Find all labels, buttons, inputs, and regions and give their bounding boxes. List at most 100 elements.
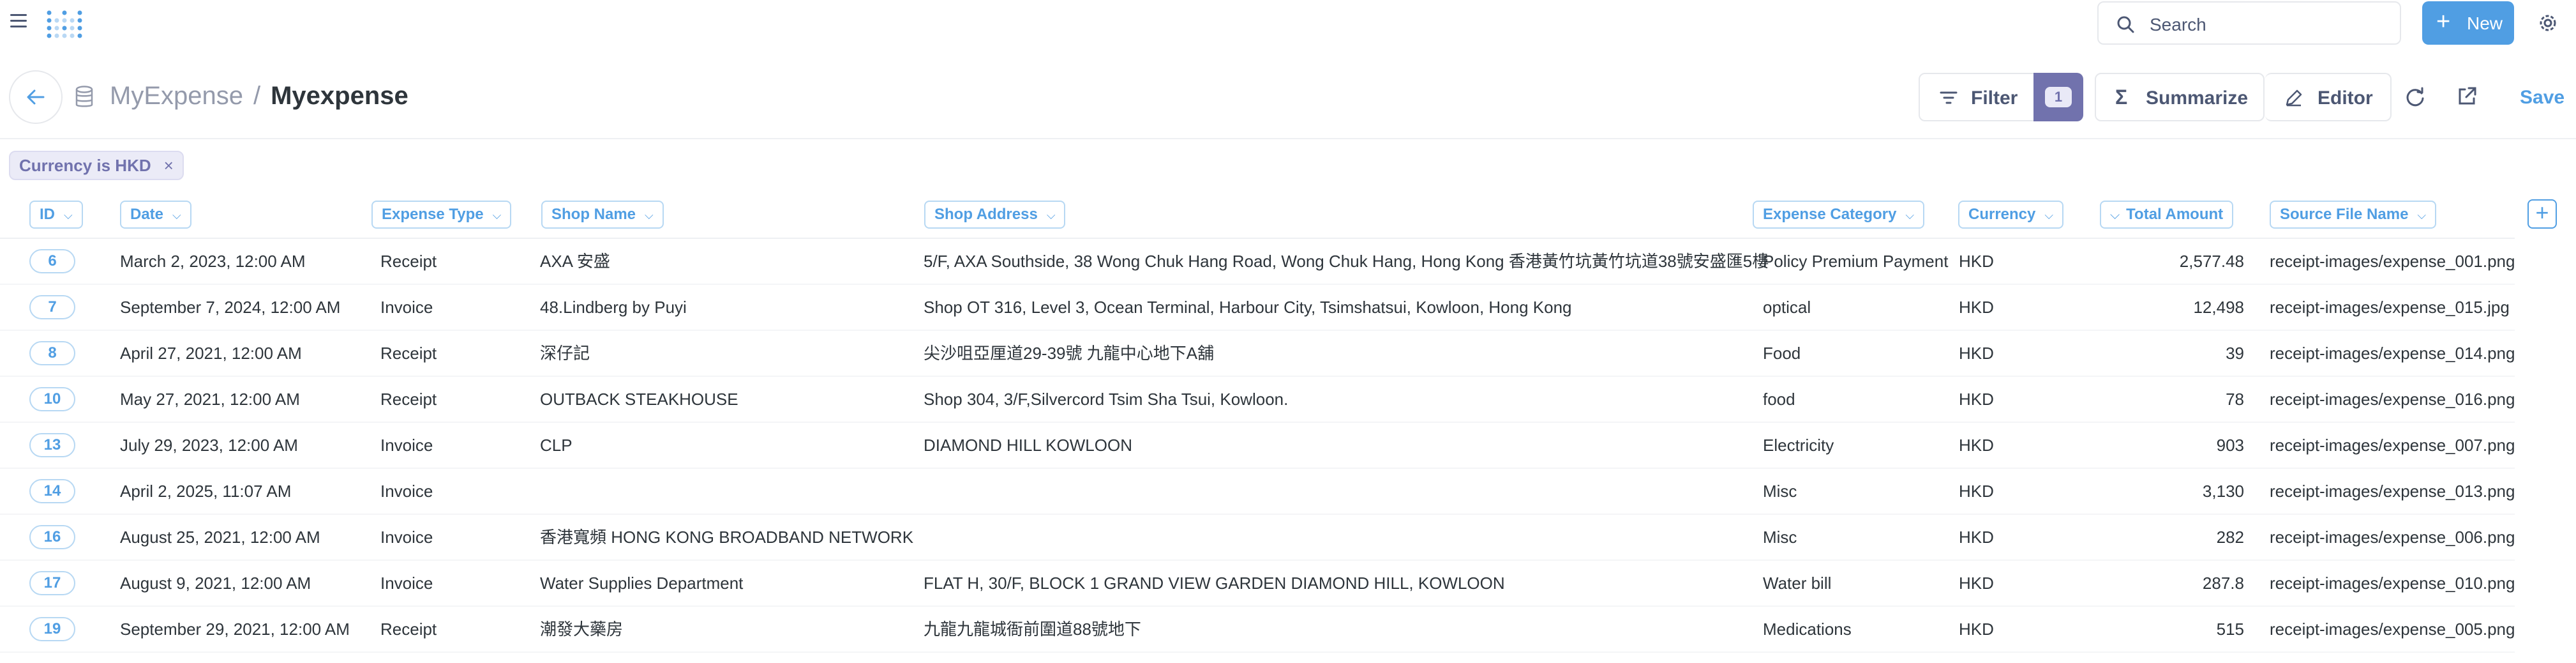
editor-button[interactable]: Editor [2265, 73, 2392, 121]
cell-address: FLAT H, 30/F, BLOCK 1 GRAND VIEW GARDEN … [924, 574, 1505, 593]
column-header-label: Shop Name [551, 206, 636, 223]
active-filter-pill[interactable]: Currency is HKD × [9, 151, 184, 180]
cell-address: DIAMOND HILL KOWLOON [924, 436, 1132, 455]
column-header-label: Currency [1968, 206, 2036, 223]
cell-file: receipt-images/expense_005.png [2270, 620, 2515, 639]
cell-address: Shop OT 316, Level 3, Ocean Terminal, Ha… [924, 298, 1572, 317]
column-header-date[interactable]: Date ⌵ [120, 201, 191, 229]
column-header-expense-category[interactable]: Expense Category ⌵ [1753, 201, 1925, 229]
search-icon [2117, 16, 2134, 33]
search-placeholder: Search [2150, 15, 2206, 34]
breadcrumb-separator: / [253, 82, 261, 110]
cell-amount: 2,577.48 [2179, 252, 2244, 271]
table-row[interactable]: 8 April 27, 2021, 12:00 AM Receipt 深仔記 尖沙咀亞厘… [0, 331, 2515, 377]
sigma-icon: Σ [2115, 86, 2128, 109]
column-header-shop-address[interactable]: Shop Address ⌵ [924, 201, 1066, 229]
cell-category: Policy Premium Payment [1763, 252, 1949, 271]
column-header-label: Shop Address [934, 206, 1038, 223]
chevron-down-icon: ⌵ [64, 209, 73, 222]
header-divider [0, 138, 2576, 139]
column-header-label: Total Amount [2126, 206, 2224, 223]
cell-type: Invoice [380, 482, 433, 501]
refresh-icon[interactable] [2404, 86, 2427, 109]
column-header-expense-type[interactable]: Expense Type ⌵ [371, 201, 512, 229]
search-box[interactable]: Search [2097, 1, 2401, 45]
cell-currency: HKD [1959, 574, 1994, 593]
filter-count-badge: 1 [2045, 87, 2072, 107]
add-column-button[interactable]: + [2527, 199, 2557, 229]
cell-address: 尖沙咀亞厘道29-39號 九龍中心地下A舖 [924, 344, 1215, 363]
column-header-label: Source File Name [2280, 206, 2409, 223]
cell-currency: HKD [1959, 390, 1994, 409]
cell-category: Food [1763, 344, 1801, 363]
filter-count-button[interactable]: 1 [2033, 73, 2083, 121]
column-header-shop-name[interactable]: Shop Name ⌵ [541, 201, 664, 229]
editor-button-label: Editor [2318, 88, 2373, 109]
column-header-id[interactable]: ID ⌵ [29, 201, 83, 229]
cell-currency: HKD [1959, 482, 1994, 501]
summarize-button[interactable]: Σ Summarize [2095, 73, 2265, 121]
cell-type: Invoice [380, 436, 433, 455]
back-button[interactable] [9, 70, 63, 124]
column-header-label: ID [40, 206, 55, 223]
cell-date: September 7, 2024, 12:00 AM [120, 298, 341, 317]
chevron-down-icon: ⌵ [492, 209, 502, 222]
chevron-down-icon: ⌵ [172, 209, 181, 222]
row-id-badge[interactable]: 19 [29, 617, 75, 641]
row-id-badge[interactable]: 10 [29, 387, 75, 411]
table-row[interactable]: 13 July 29, 2023, 12:00 AM Invoice CLP DIAMO… [0, 423, 2515, 469]
column-header-source-file[interactable]: Source File Name ⌵ [2270, 201, 2437, 229]
cell-currency: HKD [1959, 252, 1994, 271]
cell-date: April 2, 2025, 11:07 AM [120, 482, 292, 501]
chevron-down-icon: ⌵ [1046, 209, 1056, 222]
row-id-badge[interactable]: 17 [29, 571, 75, 595]
table-row[interactable]: 14 April 2, 2025, 11:07 AM Invoice Misc HKD r… [0, 469, 2515, 515]
cell-date: April 27, 2021, 12:00 AM [120, 344, 302, 363]
metabase-logo[interactable] [46, 8, 83, 40]
save-button[interactable]: Save [2520, 87, 2565, 109]
row-id-badge[interactable]: 6 [29, 249, 75, 273]
cell-amount: 903 [2216, 436, 2244, 455]
row-id-badge[interactable]: 16 [29, 525, 75, 549]
cell-currency: HKD [1959, 436, 1994, 455]
close-icon[interactable]: × [164, 156, 174, 175]
top-navbar: Search + New [0, 0, 2576, 49]
cell-category: Misc [1763, 528, 1797, 547]
row-id-badge[interactable]: 8 [29, 341, 75, 365]
column-header-currency[interactable]: Currency ⌵ [1958, 201, 2064, 229]
new-button[interactable]: + New [2422, 1, 2514, 45]
new-button-label: New [2467, 13, 2503, 33]
cell-category: Water bill [1763, 574, 1832, 593]
filter-icon [1940, 91, 1958, 104]
cell-address: 九龍九龍城衙前圍道88號地下 [924, 620, 1141, 639]
filter-button[interactable]: Filter [1919, 73, 2035, 121]
cell-currency: HKD [1959, 344, 1994, 363]
breadcrumb-database[interactable]: MyExpense [110, 82, 243, 110]
table-row[interactable]: 19 September 29, 2021, 12:00 AM Receipt 潮發大… [0, 607, 2515, 653]
cell-file: receipt-images/expense_013.png [2270, 482, 2515, 501]
cell-shop: AXA 安盛 [540, 252, 610, 271]
hamburger-menu-icon[interactable] [10, 14, 27, 28]
row-id-badge[interactable]: 7 [29, 295, 75, 319]
page-title: Myexpense [271, 82, 408, 110]
table-row[interactable]: 6 March 2, 2023, 12:00 AM Receipt AXA 安盛 5/F… [0, 239, 2515, 285]
table-row[interactable]: 10 May 27, 2021, 12:00 AM Receipt OUTBACK S… [0, 377, 2515, 423]
row-id-badge[interactable]: 14 [29, 479, 75, 503]
arrow-left-icon [27, 89, 45, 105]
cell-amount: 287.8 [2202, 574, 2244, 593]
table-row[interactable]: 7 September 7, 2024, 12:00 AM Invoice 48.Li… [0, 285, 2515, 331]
cell-file: receipt-images/expense_015.jpg [2270, 298, 2510, 317]
table-row[interactable]: 16 August 25, 2021, 12:00 AM Invoice 香港寬頻 H… [0, 515, 2515, 561]
open-external-icon[interactable] [2456, 86, 2478, 107]
cell-shop: 潮發大藥房 [540, 620, 624, 639]
gear-icon[interactable] [2536, 11, 2559, 34]
column-header-total-amount[interactable]: ⌵ Total Amount [2100, 201, 2234, 229]
chevron-down-icon: ⌵ [2110, 208, 2120, 222]
row-id-badge[interactable]: 13 [29, 433, 75, 457]
cell-amount: 78 [2226, 390, 2244, 409]
cell-date: August 9, 2021, 12:00 AM [120, 574, 311, 593]
table-row[interactable]: 17 August 9, 2021, 12:00 AM Invoice Water S… [0, 561, 2515, 607]
cell-shop: 48.Lindberg by Puyi [540, 298, 687, 317]
cell-shop: Water Supplies Department [540, 574, 744, 593]
cell-category: food [1763, 390, 1795, 409]
